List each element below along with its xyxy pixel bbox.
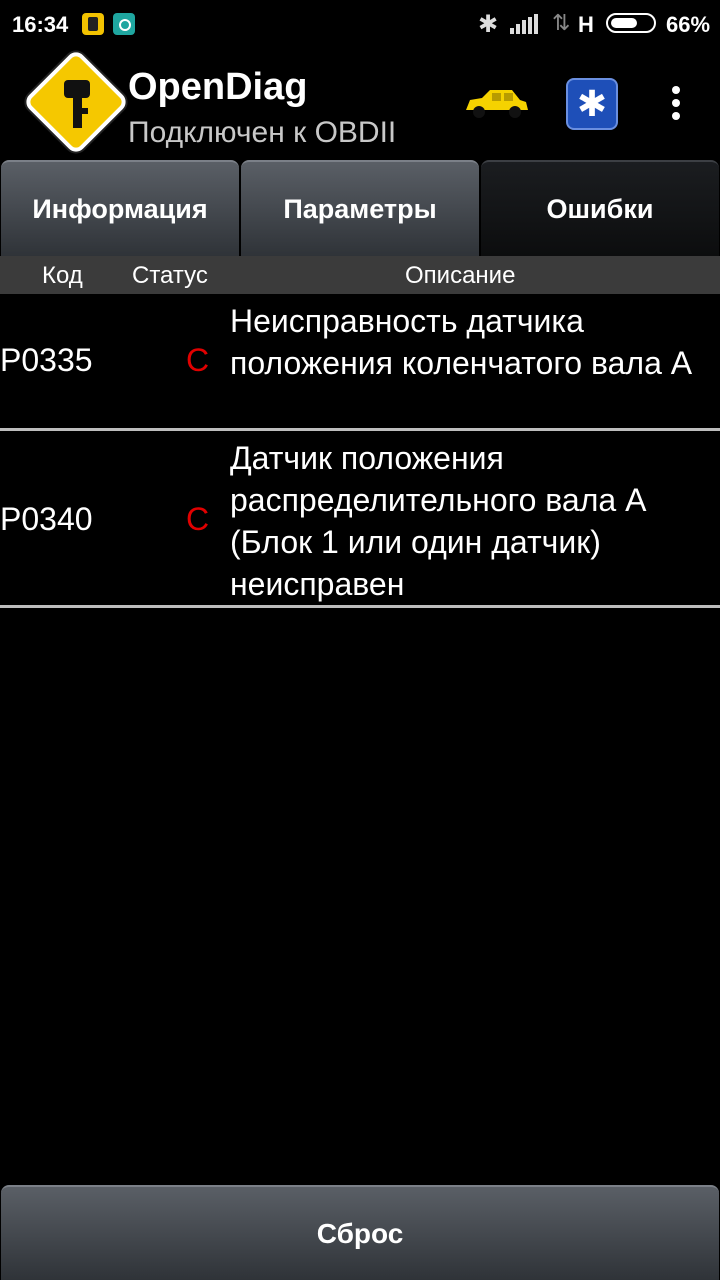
screen: 16:34 ✱ ⇅ H 66% OpenDiag Подключен к OBD… [0,0,720,1280]
error-description: Датчик положения распределительного вала… [230,440,647,602]
tab-information[interactable]: Информация [1,160,239,256]
table-row[interactable]: P0340 C Датчик положения распределительн… [0,431,720,608]
app-title: OpenDiag [128,66,308,108]
table-row[interactable]: P0335 C Неисправность датчика положения … [0,294,720,431]
status-bar: 16:34 ✱ ⇅ H 66% [0,0,720,50]
reset-button[interactable]: Сброс [1,1185,719,1280]
error-status: C [186,342,210,378]
table-header: Код Статус Описание [0,256,720,294]
status-time: 16:34 [12,12,69,37]
tab-errors[interactable]: Ошибки [481,160,719,256]
error-status: C [186,501,210,537]
battery-icon [606,13,656,33]
column-header-description: Описание [405,262,516,289]
battery-percent: 66% [666,12,711,37]
notification-icon [113,13,135,35]
column-header-status: Статус [132,262,208,289]
tab-bar: Информация Параметры Ошибки [0,160,720,256]
app-bar: OpenDiag Подключен к OBDII ✱ [0,48,720,160]
tab-parameters[interactable]: Параметры [241,160,479,256]
column-header-code: Код [42,262,83,289]
key-icon [64,80,90,130]
more-vert-icon[interactable] [666,86,686,126]
connection-status: Подключен к OBDII [128,116,397,149]
error-description: Неисправность датчика положения коленчат… [230,303,693,381]
data-icon: ⇅ [552,10,571,35]
error-code: P0335 [0,342,93,378]
battery-level [611,18,637,28]
car-icon[interactable] [462,88,530,122]
network-type: H [578,12,594,37]
signal-icon [510,14,542,34]
notification-icon [82,13,104,35]
bluetooth-adapter-icon[interactable]: ✱ [566,78,618,130]
bluetooth-icon: ✱ [478,11,499,38]
error-code: P0340 [0,501,93,537]
